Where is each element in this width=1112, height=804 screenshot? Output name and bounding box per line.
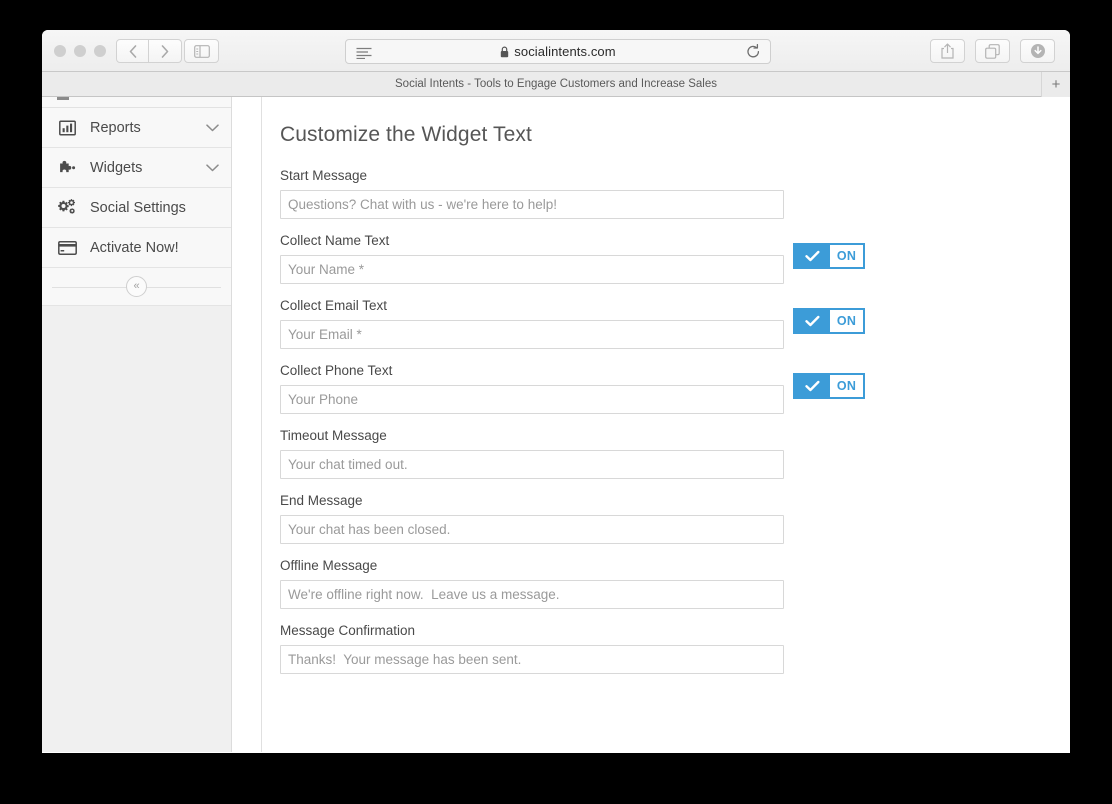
collect-email-input[interactable] xyxy=(280,320,784,349)
tab-bar: Social Intents - Tools to Engage Custome… xyxy=(42,72,1070,97)
page-viewport: Reports Widgets Social Settings Activate… xyxy=(42,97,1070,752)
minimize-button[interactable] xyxy=(74,45,86,57)
timeout-message-input[interactable] xyxy=(280,450,784,479)
field-label: Offline Message xyxy=(280,558,378,573)
sidebar-item-label: Reports xyxy=(90,119,141,136)
downloads-button[interactable] xyxy=(1020,39,1055,63)
new-tab-button[interactable]: + xyxy=(1041,72,1070,97)
maximize-button[interactable] xyxy=(94,45,106,57)
page-title: Customize the Widget Text xyxy=(280,123,532,146)
end-message-input[interactable] xyxy=(280,515,784,544)
share-icon xyxy=(941,43,954,59)
field-end-message: End Message xyxy=(280,493,1070,544)
field-collect-phone: Collect Phone Text ON xyxy=(280,363,1070,414)
collect-email-toggle[interactable]: ON xyxy=(793,308,865,334)
forward-chevron-icon xyxy=(161,44,169,58)
field-message-confirmation: Message Confirmation xyxy=(280,623,1070,674)
offline-message-input[interactable] xyxy=(280,580,784,609)
close-button[interactable] xyxy=(54,45,66,57)
puzzle-piece-icon xyxy=(56,160,78,176)
field-label: Start Message xyxy=(280,168,368,183)
sidebar-item-label: Social Settings xyxy=(90,199,186,216)
field-start-message: Start Message xyxy=(280,168,1070,219)
check-icon xyxy=(795,375,830,397)
sidebar-item-widgets[interactable]: Widgets xyxy=(42,148,231,188)
app-sidebar: Reports Widgets Social Settings Activate… xyxy=(42,97,232,752)
url-text: socialintents.com xyxy=(514,44,616,59)
message-confirmation-input[interactable] xyxy=(280,645,784,674)
reload-icon[interactable] xyxy=(746,43,761,65)
toggle-state-label: ON xyxy=(836,249,857,263)
show-sidebar-icon xyxy=(193,44,210,58)
collapse-sidebar-button[interactable]: « xyxy=(126,276,147,297)
back-chevron-icon xyxy=(129,44,136,58)
sidebar-item-reports[interactable]: Reports xyxy=(42,108,231,148)
field-label: Collect Name Text xyxy=(280,233,390,248)
forward-button[interactable] xyxy=(149,39,182,63)
back-button[interactable] xyxy=(116,39,149,63)
bar-chart-icon xyxy=(56,120,78,136)
show-all-tabs-button[interactable] xyxy=(975,39,1010,63)
toggle-state-label: ON xyxy=(836,314,857,328)
share-button[interactable] xyxy=(930,39,965,63)
field-label: Collect Phone Text xyxy=(280,363,393,378)
chevron-down-icon[interactable] xyxy=(206,123,219,132)
main-content: Customize the Widget Text Start Message … xyxy=(261,97,1070,752)
collect-name-toggle[interactable]: ON xyxy=(793,243,865,269)
field-label: End Message xyxy=(280,493,363,508)
window-controls xyxy=(54,45,106,57)
sidebar-empty-area xyxy=(42,306,231,752)
start-message-input[interactable] xyxy=(280,190,784,219)
collect-phone-toggle[interactable]: ON xyxy=(793,373,865,399)
browser-toolbar: socialintents.com xyxy=(42,30,1070,72)
field-offline-message: Offline Message xyxy=(280,558,1070,609)
gears-icon xyxy=(56,199,78,216)
sidebar-item-label: Activate Now! xyxy=(90,239,179,256)
navigation-buttons xyxy=(116,39,182,63)
address-bar[interactable]: socialintents.com xyxy=(345,39,771,64)
chevron-down-icon[interactable] xyxy=(206,163,219,172)
sidebar-item-activate-now[interactable]: Activate Now! xyxy=(42,228,231,268)
reader-view-icon[interactable] xyxy=(356,46,372,64)
show-all-tabs-icon xyxy=(985,43,1000,59)
field-label: Timeout Message xyxy=(280,428,387,443)
content-gutter xyxy=(232,97,261,752)
sidebar-collapse-row: « xyxy=(42,268,231,306)
field-label: Message Confirmation xyxy=(280,623,416,638)
sidebar-item-social-settings[interactable]: Social Settings xyxy=(42,188,231,228)
collect-name-input[interactable] xyxy=(280,255,784,284)
downloads-icon xyxy=(1030,44,1045,58)
active-tab[interactable]: Social Intents - Tools to Engage Custome… xyxy=(395,78,717,90)
field-collect-email: Collect Email Text ON xyxy=(280,298,1070,349)
check-icon xyxy=(795,310,830,332)
browser-window: socialintents.com Social Intents - Tools… xyxy=(42,30,1070,753)
field-collect-name: Collect Name Text ON xyxy=(280,233,1070,284)
sidebar-item-label: Widgets xyxy=(90,159,143,176)
check-icon xyxy=(795,245,830,267)
lock-icon xyxy=(501,46,509,57)
field-label: Collect Email Text xyxy=(280,298,388,313)
show-sidebar-button[interactable] xyxy=(184,39,219,63)
field-timeout-message: Timeout Message xyxy=(280,428,1070,479)
collect-phone-input[interactable] xyxy=(280,385,784,414)
credit-card-icon xyxy=(56,240,78,255)
sidebar-item-partial[interactable] xyxy=(42,97,231,108)
toggle-state-label: ON xyxy=(836,379,857,393)
